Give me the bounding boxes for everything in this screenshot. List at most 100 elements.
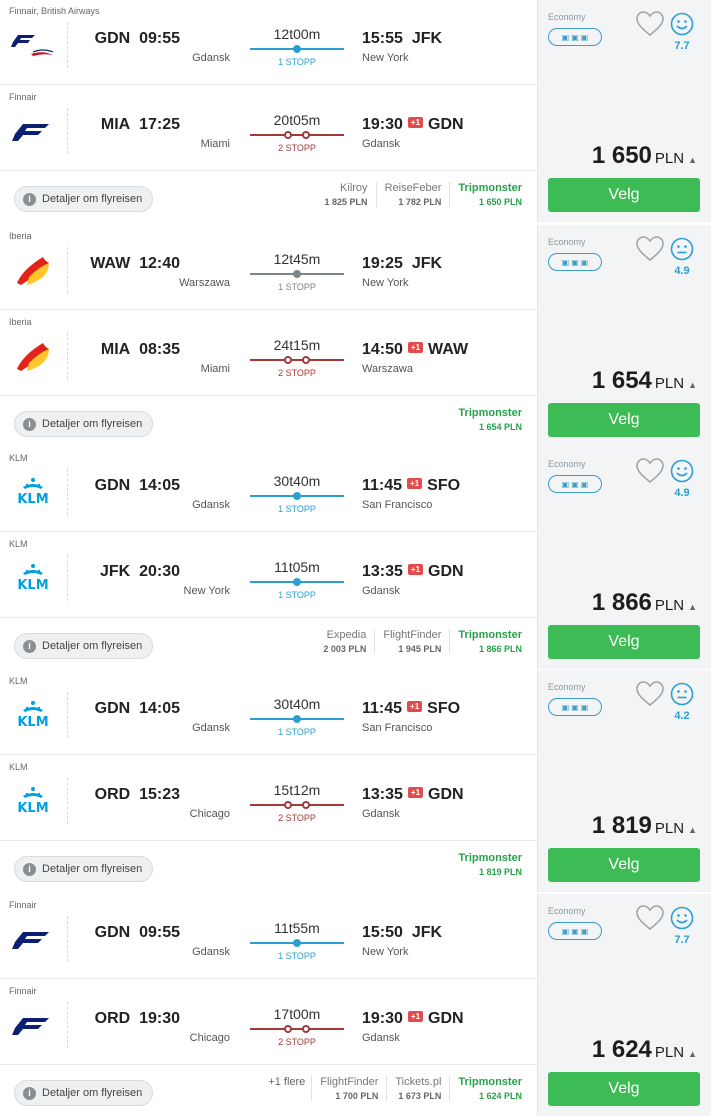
provider-option[interactable]: FlightFinder 1 945 PLN <box>374 629 449 654</box>
arrival-time: 11:45 <box>362 700 403 717</box>
provider-option[interactable]: Tripmonster 1 624 PLN <box>449 1076 530 1101</box>
provider-option[interactable]: Tripmonster 1 819 PLN <box>450 852 530 877</box>
baggage-icon: ▣ <box>561 702 570 712</box>
airline-name: KLM <box>9 453 28 463</box>
airline-name: KLM <box>9 762 28 772</box>
select-flight-button[interactable]: Velg <box>548 178 700 212</box>
provider-price: 1 650 PLN <box>478 197 522 207</box>
legroom-icon: ▣ <box>580 32 589 42</box>
info-icon: i <box>23 639 36 653</box>
return-leg[interactable]: Iberia MIA 08:35 Miami 24t15m 2 STOPP 14:50 +1… <box>0 311 538 396</box>
legroom-icon: ▣ <box>580 702 589 712</box>
stops-track <box>250 939 344 947</box>
outbound-leg[interactable]: Finnair GDN 09:55 Gdansk 11t55m 1 STOPP 15:50… <box>0 894 538 979</box>
outbound-leg[interactable]: KLM KLM GDN 14:05 Gdansk 30t40m 1 STOPP 11:45 +… <box>0 670 538 755</box>
smiley-neutral-icon <box>670 237 694 261</box>
price-amount: 1 654 <box>591 367 652 394</box>
provider-option[interactable]: Tripmonster 1 866 PLN <box>449 629 530 654</box>
stop-dot <box>293 492 301 500</box>
departure-airport-code: GDN <box>94 700 131 717</box>
provider-option[interactable]: Expedia 2 003 PLN <box>315 629 374 654</box>
leg-divider <box>67 469 68 515</box>
provider-option[interactable]: ReiseFeber 1 782 PLN <box>375 182 450 207</box>
provider-option[interactable]: Tripmonster 1 654 PLN <box>450 407 530 432</box>
rating-score: 7.7 <box>674 40 690 52</box>
arrival-airport-code: GDN <box>428 563 464 580</box>
info-icon: i <box>23 192 36 206</box>
arrival-city: Gdansk <box>362 138 400 150</box>
per-person-icon: ▲ <box>688 1049 697 1059</box>
flight-details-button[interactable]: i Detaljer om flyreisen <box>14 1080 154 1106</box>
favorite-heart-icon[interactable] <box>635 680 665 708</box>
flight-details-button[interactable]: i Detaljer om flyreisen <box>14 856 154 882</box>
return-leg[interactable]: KLM KLM JFK 20:30 New York 11t05m 1 STOPP 13:3… <box>0 533 538 618</box>
favorite-heart-icon[interactable] <box>635 235 665 263</box>
cabin-amenities-icons: ▣ ▣ ▣ <box>548 475 602 493</box>
flight-details-button[interactable]: i Detaljer om flyreisen <box>14 411 154 437</box>
select-flight-button[interactable]: Velg <box>548 403 700 437</box>
stops-count: 2 STOPP <box>278 143 316 153</box>
seat-icon: ▣ <box>571 32 579 42</box>
provider-option[interactable]: FlightFinder 1 700 PLN <box>311 1076 386 1101</box>
departure-time: 14:05 <box>139 700 180 717</box>
arrival-city: New York <box>362 277 409 289</box>
outbound-leg[interactable]: Finnair, British Airways GDN 09:55 Gdansk 1… <box>0 0 538 85</box>
flight-details-button[interactable]: i Detaljer om flyreisen <box>14 633 154 659</box>
total-price: 1 650 PLN ▲ <box>592 142 697 170</box>
stops-track <box>250 492 344 500</box>
favorite-heart-icon[interactable] <box>635 457 665 485</box>
flight-offer-card: Iberia WAW 12:40 Warszawa 12t45m 1 STOPP 19:2… <box>0 225 711 447</box>
return-leg[interactable]: Finnair ORD 19:30 Chicago 17t00m 2 STOPP 19:3… <box>0 980 538 1065</box>
cabin-class-label: Economy <box>548 459 586 469</box>
stop-dot <box>284 1025 292 1033</box>
next-day-badge: +1 <box>407 564 424 576</box>
arrival: 15:50 JFK <box>362 924 442 942</box>
flight-duration: 17t00m <box>273 1006 321 1022</box>
arrival-time: 11:45 <box>362 477 403 494</box>
provider-name: Tripmonster <box>458 182 522 194</box>
provider-option[interactable]: Kilroy 1 825 PLN <box>317 182 376 207</box>
stops-track <box>250 801 344 809</box>
airline-logo-icon <box>9 110 57 150</box>
airline-logo-icon: KLM <box>9 694 57 734</box>
arrival-city: San Francisco <box>362 499 433 511</box>
arrival-city: Warszawa <box>362 363 413 375</box>
arrival-time: 19:25 <box>362 255 403 272</box>
outbound-leg[interactable]: Iberia WAW 12:40 Warszawa 12t45m 1 STOPP 19:2… <box>0 225 538 310</box>
favorite-heart-icon[interactable] <box>635 904 665 932</box>
airline-name: Finnair <box>9 986 37 996</box>
offer-footer: i Detaljer om flyreisen +1 flere FlightFind… <box>0 1066 538 1116</box>
airline-logo-icon: KLM <box>9 471 57 511</box>
outbound-leg[interactable]: KLM KLM GDN 14:05 Gdansk 30t40m 1 STOPP 11:45 +… <box>0 447 538 532</box>
stop-dot <box>293 939 301 947</box>
provider-option[interactable]: Tickets.pl 1 673 PLN <box>386 1076 449 1101</box>
departure: WAW 12:40 <box>90 255 180 273</box>
select-flight-button[interactable]: Velg <box>548 625 700 659</box>
flight-details-button[interactable]: i Detaljer om flyreisen <box>14 186 154 212</box>
select-flight-button[interactable]: Velg <box>548 1072 700 1106</box>
departure: GDN 09:55 <box>95 30 180 48</box>
provider-name: FlightFinder <box>383 629 442 641</box>
provider-price: 1 866 PLN <box>478 644 522 654</box>
provider-option[interactable]: Tripmonster 1 650 PLN <box>449 182 530 207</box>
per-person-icon: ▲ <box>688 602 697 612</box>
stops-count: 1 STOPP <box>278 727 316 737</box>
cabin-class-label: Economy <box>548 682 586 692</box>
return-leg[interactable]: KLM KLM ORD 15:23 Chicago 15t12m 2 STOPP 13:35… <box>0 756 538 841</box>
arrival-time: 19:30 <box>362 116 403 133</box>
seat-icon: ▣ <box>571 702 579 712</box>
arrival: 19:30 +1 GDN <box>362 1010 464 1028</box>
flight-details-label: Detaljer om flyreisen <box>42 1087 143 1099</box>
return-leg[interactable]: Finnair MIA 17:25 Miami 20t05m 2 STOPP 19:30 +… <box>0 86 538 171</box>
select-flight-button[interactable]: Velg <box>548 848 700 882</box>
departure-time: 15:23 <box>139 786 180 803</box>
departure: MIA 17:25 <box>101 116 180 134</box>
provider-name: Expedia <box>326 629 367 641</box>
info-icon: i <box>23 1086 36 1100</box>
seat-icon: ▣ <box>571 926 579 936</box>
departure-time: 09:55 <box>139 30 180 47</box>
smiley-happy-icon <box>670 906 694 930</box>
more-providers-link[interactable]: +1 flere <box>262 1076 311 1088</box>
leg-divider <box>67 778 68 824</box>
favorite-heart-icon[interactable] <box>635 10 665 38</box>
